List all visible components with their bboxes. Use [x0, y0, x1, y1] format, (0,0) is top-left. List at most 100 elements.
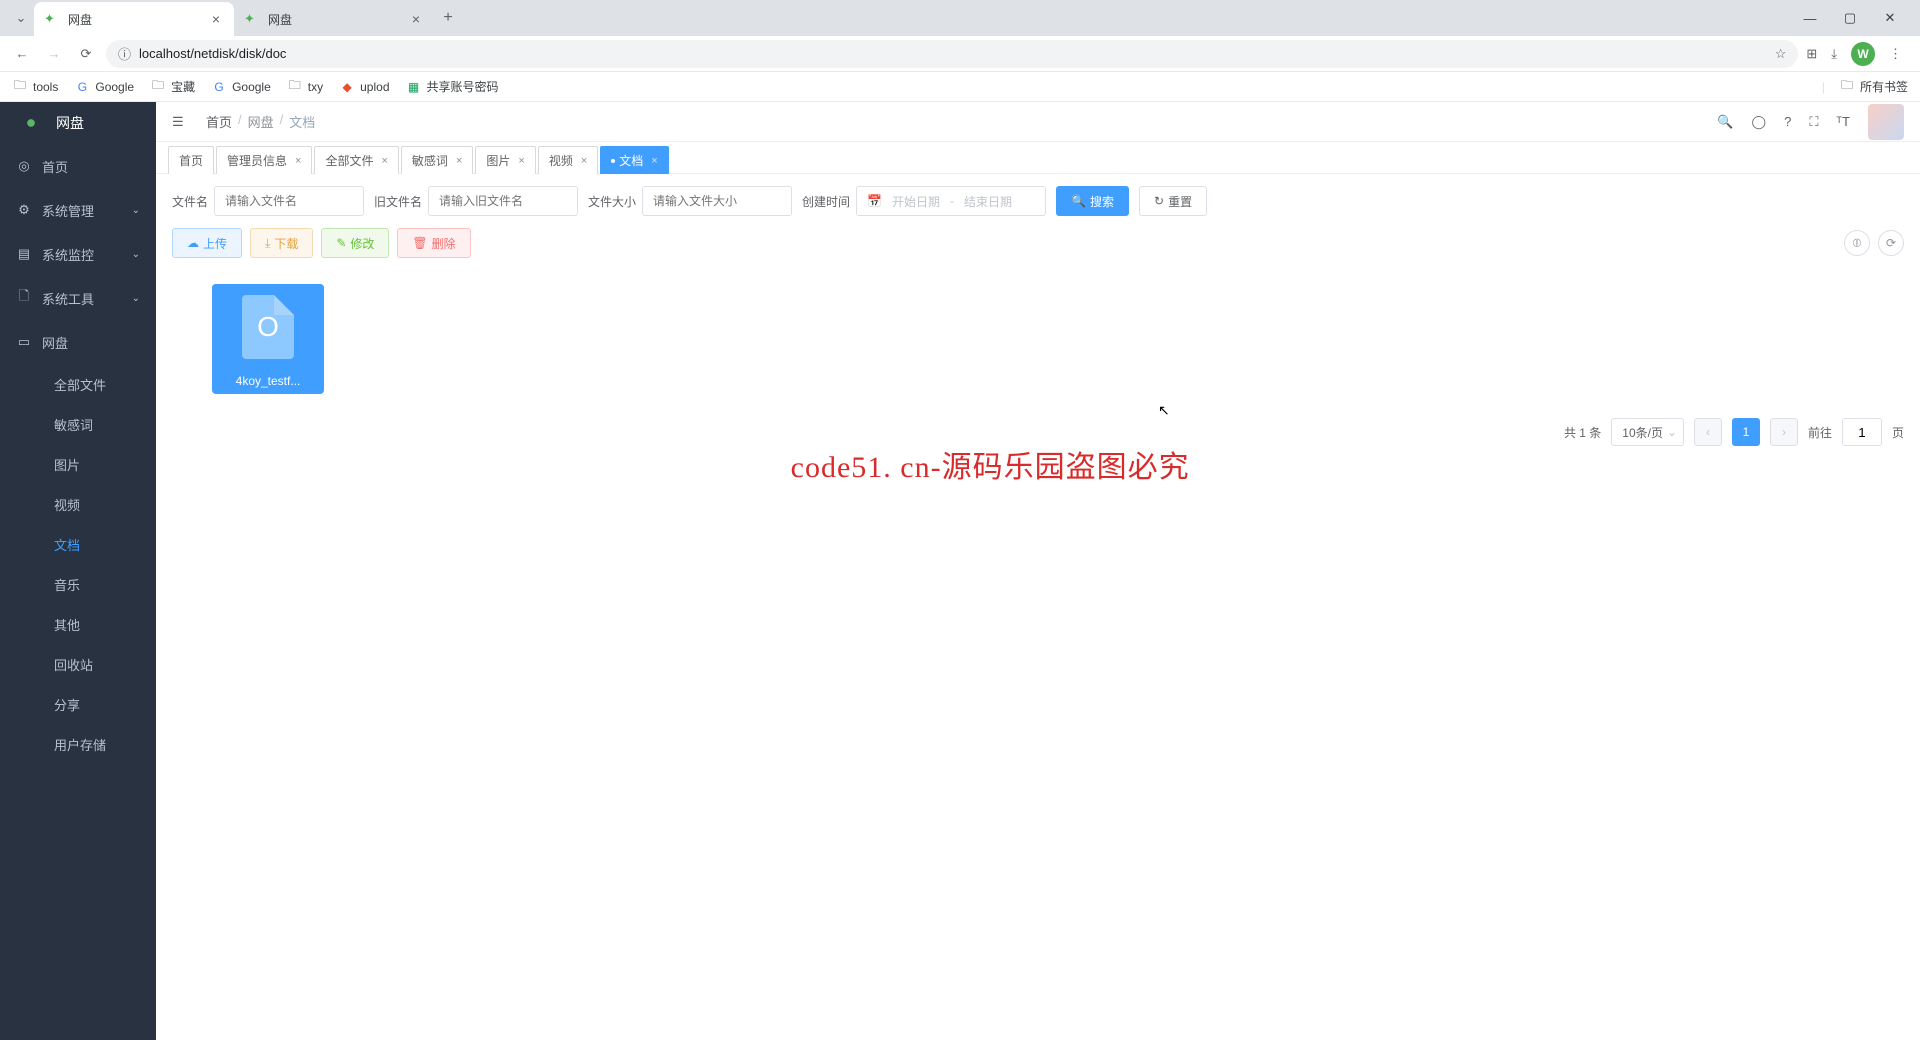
prev-page-button[interactable]: ‹: [1694, 418, 1722, 446]
close-icon[interactable]: ×: [295, 155, 301, 167]
folder-icon: 🗀: [1839, 79, 1855, 95]
goto-input[interactable]: [1842, 418, 1882, 446]
github-icon[interactable]: ◯: [1752, 114, 1767, 130]
sidebar-item-system-manage[interactable]: ⚙系统管理⌄: [0, 188, 156, 232]
close-icon[interactable]: ×: [381, 155, 387, 167]
bookmark-item[interactable]: 🗀txy: [287, 79, 323, 95]
sidebar-sub-sensitive[interactable]: 敏感词: [0, 404, 156, 444]
tab-admin-info[interactable]: 管理员信息×: [216, 146, 312, 174]
page-number-button[interactable]: 1: [1732, 418, 1760, 446]
search-button[interactable]: 🔍搜索: [1056, 186, 1129, 216]
search-icon: 🔍: [1071, 194, 1086, 208]
tab-sensitive[interactable]: 敏感词×: [401, 146, 473, 174]
bookmark-item[interactable]: ▦共享账号密码: [406, 78, 499, 95]
tab-title: 网盘: [268, 11, 408, 28]
total-count: 共 1 条: [1564, 424, 1601, 441]
reset-button[interactable]: ↻重置: [1139, 186, 1207, 216]
sidebar-sub-other[interactable]: 其他: [0, 604, 156, 644]
breadcrumb-item[interactable]: 网盘: [248, 112, 274, 131]
sidebar-sub-video[interactable]: 视频: [0, 484, 156, 524]
next-page-button[interactable]: ›: [1770, 418, 1798, 446]
tab-document[interactable]: 文档×: [600, 146, 668, 174]
chevron-down-icon: ⌄: [132, 249, 140, 260]
search-icon[interactable]: 🔍: [1717, 114, 1733, 130]
calendar-icon: 📅: [867, 194, 882, 208]
collapse-icon[interactable]: ☰: [172, 114, 192, 130]
url-input[interactable]: ⓘ localhost/netdisk/disk/doc ☆: [106, 40, 1798, 68]
close-icon[interactable]: ×: [518, 155, 524, 167]
tool-icon: 🗋: [16, 287, 32, 309]
hide-search-button[interactable]: ⦶: [1844, 230, 1870, 256]
download-button[interactable]: ⤓下载: [250, 228, 313, 258]
close-icon[interactable]: ×: [208, 11, 224, 27]
trash-icon: 🗑: [412, 236, 427, 250]
size-label: 文件大小: [588, 193, 636, 210]
font-size-icon[interactable]: ᵀT: [1836, 114, 1850, 129]
favicon-icon: ✦: [244, 11, 260, 27]
help-icon[interactable]: ?: [1784, 114, 1791, 129]
sidebar-item-home[interactable]: ◎首页: [0, 144, 156, 188]
sidebar-sub-image[interactable]: 图片: [0, 444, 156, 484]
sidebar-sub-share[interactable]: 分享: [0, 684, 156, 724]
sidebar-sub-all[interactable]: 全部文件: [0, 364, 156, 404]
bookmark-item[interactable]: GGoogle: [211, 79, 271, 95]
maximize-icon[interactable]: ▢: [1840, 8, 1860, 28]
tab-all-files[interactable]: 全部文件×: [314, 146, 398, 174]
delete-button[interactable]: 🗑删除: [397, 228, 470, 258]
menu-icon[interactable]: ⋮: [1889, 46, 1902, 62]
tab-dropdown-icon[interactable]: ⌄: [8, 4, 34, 32]
bookmark-item[interactable]: 🗀tools: [12, 79, 58, 95]
main-area: ☰ 首页 / 网盘 / 文档 🔍 ◯ ? ⛶ ᵀT 首页 管理员信息× 全部文件…: [156, 102, 1920, 1040]
date-range-input[interactable]: 📅 开始日期 - 结束日期: [856, 186, 1046, 216]
bookmark-item[interactable]: 🗀宝藏: [150, 78, 195, 95]
upload-button[interactable]: ☁上传: [172, 228, 242, 258]
close-icon[interactable]: ×: [581, 155, 587, 167]
star-icon[interactable]: ☆: [1775, 46, 1787, 62]
bookmark-item[interactable]: ◆uplod: [339, 79, 389, 95]
sidebar-sub-storage[interactable]: 用户存储: [0, 724, 156, 764]
size-input[interactable]: [642, 186, 792, 216]
tab-image[interactable]: 图片×: [475, 146, 535, 174]
monitor-icon: ▤: [16, 246, 32, 262]
sidebar-item-netdisk[interactable]: ▭网盘: [0, 320, 156, 364]
forward-icon[interactable]: →: [42, 42, 66, 66]
user-avatar[interactable]: [1868, 104, 1904, 140]
minimize-icon[interactable]: —: [1800, 8, 1820, 28]
new-tab-button[interactable]: +: [434, 4, 462, 32]
dashboard-icon: ◎: [16, 158, 32, 174]
upload-icon: ◆: [339, 79, 355, 95]
window-close-icon[interactable]: ✕: [1880, 8, 1900, 28]
app-logo[interactable]: 网盘: [0, 102, 156, 144]
sidebar-sub-recycle[interactable]: 回收站: [0, 644, 156, 684]
goto-label: 前往: [1808, 424, 1832, 441]
refresh-button[interactable]: ⟳: [1878, 230, 1904, 256]
extensions-icon[interactable]: ⊞: [1806, 46, 1817, 62]
page-size-select[interactable]: 10条/页: [1611, 418, 1684, 446]
all-bookmarks-button[interactable]: 🗀所有书签: [1839, 78, 1908, 95]
sidebar-item-system-tools[interactable]: 🗋系统工具⌄: [0, 276, 156, 320]
site-info-icon[interactable]: ⓘ: [118, 44, 131, 63]
profile-avatar[interactable]: W: [1851, 42, 1875, 66]
sidebar-sub-document[interactable]: 文档: [0, 524, 156, 564]
sidebar-sub-music[interactable]: 音乐: [0, 564, 156, 604]
tab-video[interactable]: 视频×: [538, 146, 598, 174]
close-icon[interactable]: ×: [651, 155, 657, 167]
close-icon[interactable]: ×: [408, 11, 424, 27]
reload-icon[interactable]: ⟳: [74, 42, 98, 66]
chevron-down-icon: ⌄: [132, 205, 140, 216]
back-icon[interactable]: ←: [10, 42, 34, 66]
modify-button[interactable]: ✎修改: [321, 228, 389, 258]
tab-home[interactable]: 首页: [168, 146, 214, 174]
file-item[interactable]: O 4koy_testf...: [212, 284, 324, 394]
fullscreen-icon[interactable]: ⛶: [1809, 114, 1818, 130]
active-dot-icon: [611, 159, 615, 163]
oldname-input[interactable]: [428, 186, 578, 216]
sidebar-item-system-monitor[interactable]: ▤系统监控⌄: [0, 232, 156, 276]
bookmark-item[interactable]: GGoogle: [74, 79, 134, 95]
browser-tab[interactable]: ✦ 网盘 ×: [234, 2, 434, 36]
close-icon[interactable]: ×: [456, 155, 462, 167]
breadcrumb-item[interactable]: 首页: [206, 112, 232, 131]
filename-input[interactable]: [214, 186, 364, 216]
download-icon[interactable]: ⤓: [1831, 46, 1837, 62]
browser-tab[interactable]: ✦ 网盘 ×: [34, 2, 234, 36]
